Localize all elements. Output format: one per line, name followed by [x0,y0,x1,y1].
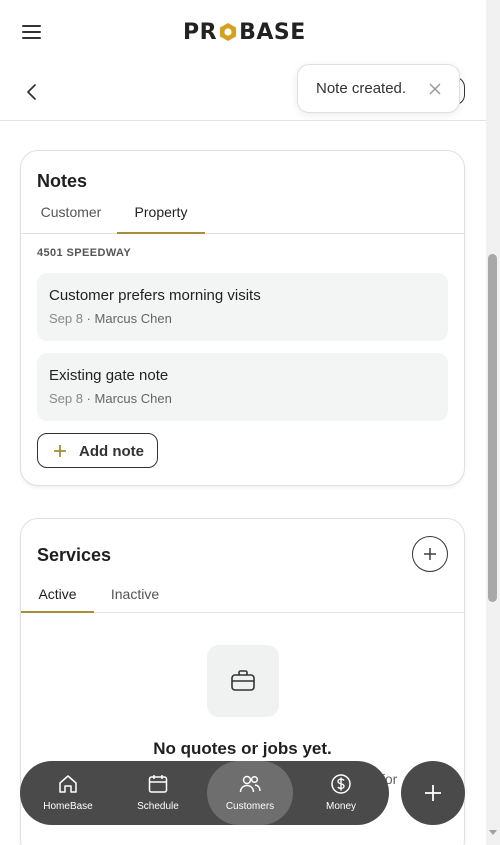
logo-text-end: BASE [239,19,306,45]
note-text: Existing gate note [49,367,169,384]
plus-icon [425,785,441,801]
empty-state-title: No quotes or jobs yet. [153,739,332,758]
note-meta-separator: · [82,391,95,406]
home-icon [59,775,77,793]
nav-item-money[interactable]: Money [301,761,381,825]
services-card-title: Services [37,545,112,565]
tab-active[interactable]: Active [21,586,94,613]
note-meta: Sep 8 · Marcus Chen [49,391,172,406]
bottom-navigation: HomeBase Schedule Customers Money [20,761,389,825]
probase-logo[interactable]: PR BASE [183,19,306,45]
nav-label: Customers [225,801,275,812]
users-icon [239,775,261,793]
nav-label: Money [325,801,356,812]
note-item[interactable]: Existing gate note Sep 8 · Marcus Chen [37,353,448,421]
toast-notification: Note created. [297,64,460,113]
property-address: 4501 SPEEDWAY [37,247,132,259]
note-date: Sep 8 [49,311,83,326]
notes-card: Notes Customer Property 4501 SPEEDWAY Cu… [20,150,465,486]
back-chevron-icon[interactable] [22,82,42,102]
nav-label: HomeBase [43,801,93,812]
toast-message: Note created. [316,80,407,97]
empty-state-icon-container [207,645,279,717]
note-item[interactable]: Customer prefers morning visits Sep 8 · … [37,273,448,341]
calendar-icon [148,775,168,793]
tab-customer[interactable]: Customer [37,204,105,234]
nav-item-homebase[interactable]: HomeBase [28,761,108,825]
services-tabs: Active Inactive [21,586,464,613]
create-fab-button[interactable] [401,761,465,825]
close-icon[interactable] [427,81,443,97]
app-header: PR BASE [0,0,486,64]
note-meta-separator: · [82,311,95,326]
add-note-label: Add note [79,443,144,460]
logo-hexagon-icon [220,23,237,41]
add-service-button[interactable] [412,536,448,572]
logo-text-start: PR [183,19,218,45]
nav-label: Schedule [137,801,179,812]
briefcase-icon [231,670,255,691]
tab-property[interactable]: Property [117,204,205,234]
plus-icon [54,445,66,457]
dollar-icon [331,774,351,794]
notes-tabs: Customer Property [21,204,464,234]
add-note-button[interactable]: Add note [37,433,158,468]
tab-inactive[interactable]: Inactive [105,586,165,613]
scroll-down-arrow-icon[interactable] [489,830,497,835]
note-date: Sep 8 [49,391,83,406]
scrollbar-thumb[interactable] [488,254,497,602]
notes-card-title: Notes [37,171,88,191]
hamburger-menu-icon[interactable] [22,22,42,42]
note-text: Customer prefers morning visits [49,287,261,304]
plus-icon [424,548,436,560]
note-author: Marcus Chen [94,311,172,326]
note-author: Marcus Chen [94,391,172,406]
note-meta: Sep 8 · Marcus Chen [49,311,172,326]
nav-item-customers[interactable]: Customers [207,761,293,825]
nav-item-schedule[interactable]: Schedule [118,761,198,825]
